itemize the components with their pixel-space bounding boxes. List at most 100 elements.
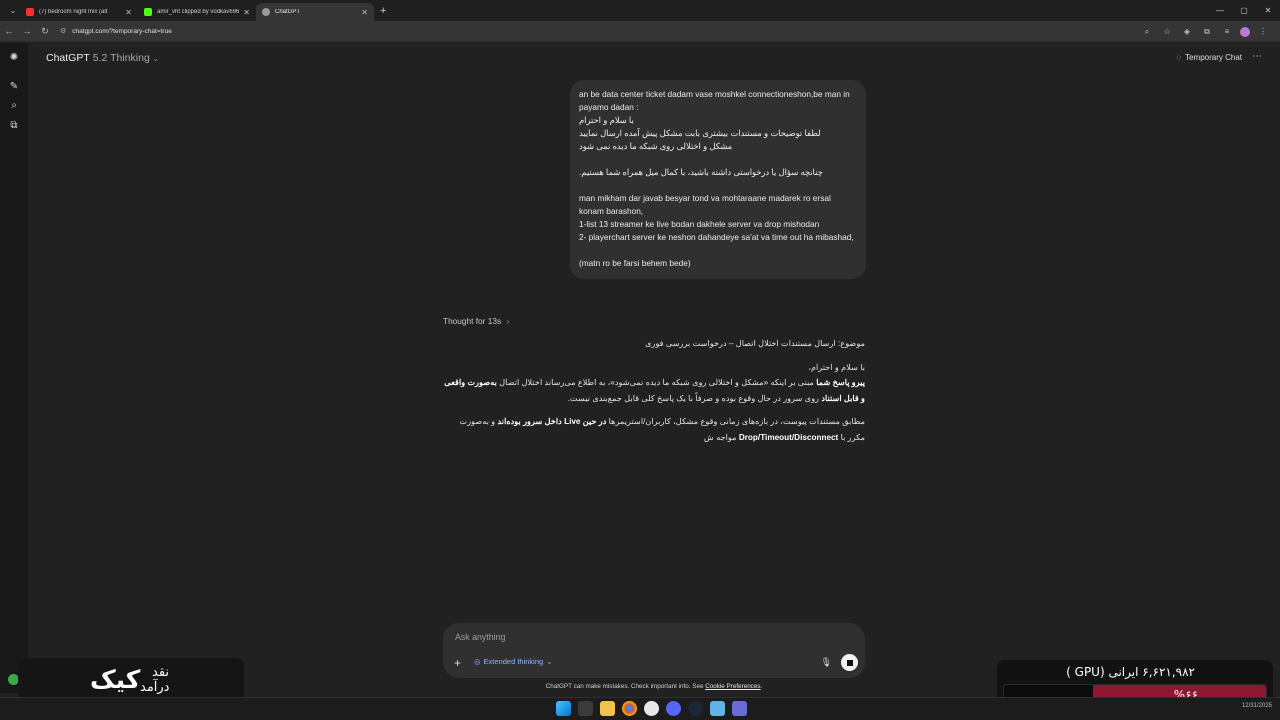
chatgpt-app-icon[interactable] [644,701,659,716]
microphone-icon[interactable]: 🎙 [821,657,832,668]
new-chat-icon[interactable]: ✎ [8,81,20,93]
assistant-message: موضوع: ارسال مستندات اختلال اتصال – درخو… [443,336,865,453]
message-line: (matn ro be farsi behem bede) [579,258,691,268]
overlay-line-1: نقد [152,665,170,680]
disclaimer-text: ChatGPT can make mistakes. Check importa… [545,683,706,690]
answer-paragraph-2: مطابق مستندات پیوست، در بازه‌های زمانی و… [443,414,865,445]
message-line [579,179,857,192]
stop-button[interactable] [841,654,858,671]
maximize-icon[interactable]: ▢ [1232,6,1256,15]
file-explorer-icon[interactable] [600,701,615,716]
answer-text: مطابق مستندات پیوست، در بازه‌های زمانی و… [606,417,865,426]
taskbar: 12/31/2025 [0,697,1280,720]
chrome-icon[interactable] [622,701,637,716]
composer: Ask anything + ◎ Extended thinking ⌄ 🎙 [443,623,865,678]
steam-icon[interactable] [688,701,703,716]
back-icon[interactable]: ← [0,26,18,36]
message-line: an be data center ticket dadam vase mosh… [579,89,850,112]
disclaimer-end: . [760,683,763,690]
answer-bold: Drop/Timeout/Disconnect [738,432,839,442]
close-tab-icon[interactable]: ✕ [361,8,368,17]
answer-bold: پیرو پاسخ شما [816,378,865,387]
overlay-goal-text: ۶,۶۲۱,۹۸۲ ایرانی (GPU ) [1066,665,1195,679]
message-line [579,244,857,257]
answer-text: مبنی بر اینکه «مشکل و اختلالی روی شبکه م… [496,378,817,387]
prompt-input[interactable]: Ask anything [455,632,505,642]
message-line: با سلام و احترام [579,115,634,125]
close-tab-icon[interactable]: ✕ [125,8,132,17]
windows-start-icon[interactable] [556,701,571,716]
overlay-line-2: درآمد [140,680,170,695]
answer-text: روی سرور در حال وقوع بوده و صرفاً با یک … [567,393,822,403]
new-tab-button[interactable]: + [380,5,386,17]
reload-icon[interactable]: ↻ [36,26,54,37]
answer-bold: در حین Live داخل سرور بوده‌اند [497,417,607,426]
answer-text: با سلام و احترام، [808,362,865,372]
answer-subject: موضوع: ارسال مستندات اختلال اتصال – درخو… [645,339,865,348]
browser-tab-bar: ⌄ (7) bedroom night mix (alt ✕ amir_vht … [0,0,1280,21]
model-version: 5.2 Thinking [92,52,150,64]
profile-avatar[interactable] [1240,26,1250,37]
tab-search-chevron-icon[interactable]: ⌄ [6,4,20,18]
extensions-puzzle-icon[interactable]: ⧉ [1200,27,1214,37]
disclaimer: ChatGPT can make mistakes. Check importa… [443,683,865,690]
message-line: 1-list 13 streamer ke live bodan dakhele… [579,219,820,229]
url-field[interactable]: ⚙ chatgpt.com/?temporary-chat=true [60,27,172,36]
message-line [579,153,857,166]
search-icon[interactable]: ⌕ [8,100,20,112]
chevron-down-icon: ⌄ [546,657,553,666]
temporary-chat-button[interactable]: ◌ Temporary Chat [1176,53,1242,62]
chevron-right-icon: › [506,316,510,326]
kick-icon [144,8,152,16]
extended-thinking-label: Extended thinking [483,657,544,666]
message-line: مشکل و اختلالی روی شبکه ما دیده نمی شود [579,141,733,151]
thinking-icon: ◎ [474,657,481,666]
add-attachment-icon[interactable]: + [454,656,461,670]
cookie-preferences-link[interactable]: Cookie Preferences [705,683,760,690]
close-tab-icon[interactable]: ✕ [243,8,250,17]
close-window-icon[interactable]: ✕ [1256,6,1280,15]
tab-kick[interactable]: amir_vht clipped by vodkav696 ✕ [138,3,256,21]
task-view-icon[interactable] [578,701,593,716]
youtube-icon [26,8,34,16]
window-controls: — ▢ ✕ [1208,0,1280,21]
extended-thinking-button[interactable]: ◎ Extended thinking ⌄ [474,657,552,666]
openai-logo-icon[interactable]: ✺ [8,52,20,64]
thought-toggle[interactable]: Thought for 13s › [443,316,509,326]
tab-youtube[interactable]: (7) bedroom night mix (alt ✕ [20,3,138,21]
discord-icon[interactable] [666,701,681,716]
answer-paragraph-1: با سلام و احترام، پیرو پاسخ شما مبنی بر … [443,360,865,407]
overlay-big-text: کیک [90,665,141,694]
app-icon[interactable] [732,701,747,716]
site-info-icon[interactable]: ⚙ [60,27,66,35]
extension-icon[interactable]: ◈ [1180,27,1194,36]
temporary-chat-label: Temporary Chat [1185,53,1242,62]
tab-title: ChatGPT [275,9,301,15]
message-line: لطفا توضیحات و مستندات بیشتری بابت مشکل … [579,128,821,138]
forward-icon[interactable]: → [18,26,36,36]
tab-title: (7) bedroom night mix (alt [39,9,108,15]
tab-chatgpt[interactable]: ChatGPT ✕ [256,3,374,21]
address-bar: ← → ↻ ⚙ chatgpt.com/?temporary-chat=true… [0,21,1280,42]
message-line: چنانچه سؤال یا درخواستی داشته باشید، با … [579,167,823,177]
zoom-icon[interactable]: ⌕ [1140,27,1154,37]
bookmark-star-icon[interactable]: ☆ [1160,27,1174,36]
more-options-icon[interactable]: ⋯ [1252,51,1262,62]
message-line: 2- playerchart server ke neshon dahandey… [579,232,854,242]
clock-date: 12/31/2025 [1241,703,1272,709]
thought-label: Thought for 13s [443,316,502,326]
chat-header: ChatGPT 5.2 Thinking ⌄ ◌ Temporary Chat ⋯ [28,43,1280,73]
library-icon[interactable]: ⧉ [8,120,20,132]
model-selector[interactable]: ChatGPT 5.2 Thinking ⌄ [46,52,159,64]
model-name: ChatGPT [46,52,90,64]
url-text: chatgpt.com/?temporary-chat=true [72,27,172,35]
stop-icon [846,659,853,666]
notepad-icon[interactable] [710,701,725,716]
minimize-icon[interactable]: — [1208,6,1232,15]
menu-icon[interactable]: ⋮ [1256,27,1270,36]
chevron-down-icon: ⌄ [152,56,159,63]
tab-title: amir_vht clipped by vodkav696 [157,9,240,15]
dashed-circle-icon: ◌ [1176,53,1182,62]
media-icon[interactable]: ≡ [1220,27,1234,36]
taskbar-apps [556,701,747,716]
